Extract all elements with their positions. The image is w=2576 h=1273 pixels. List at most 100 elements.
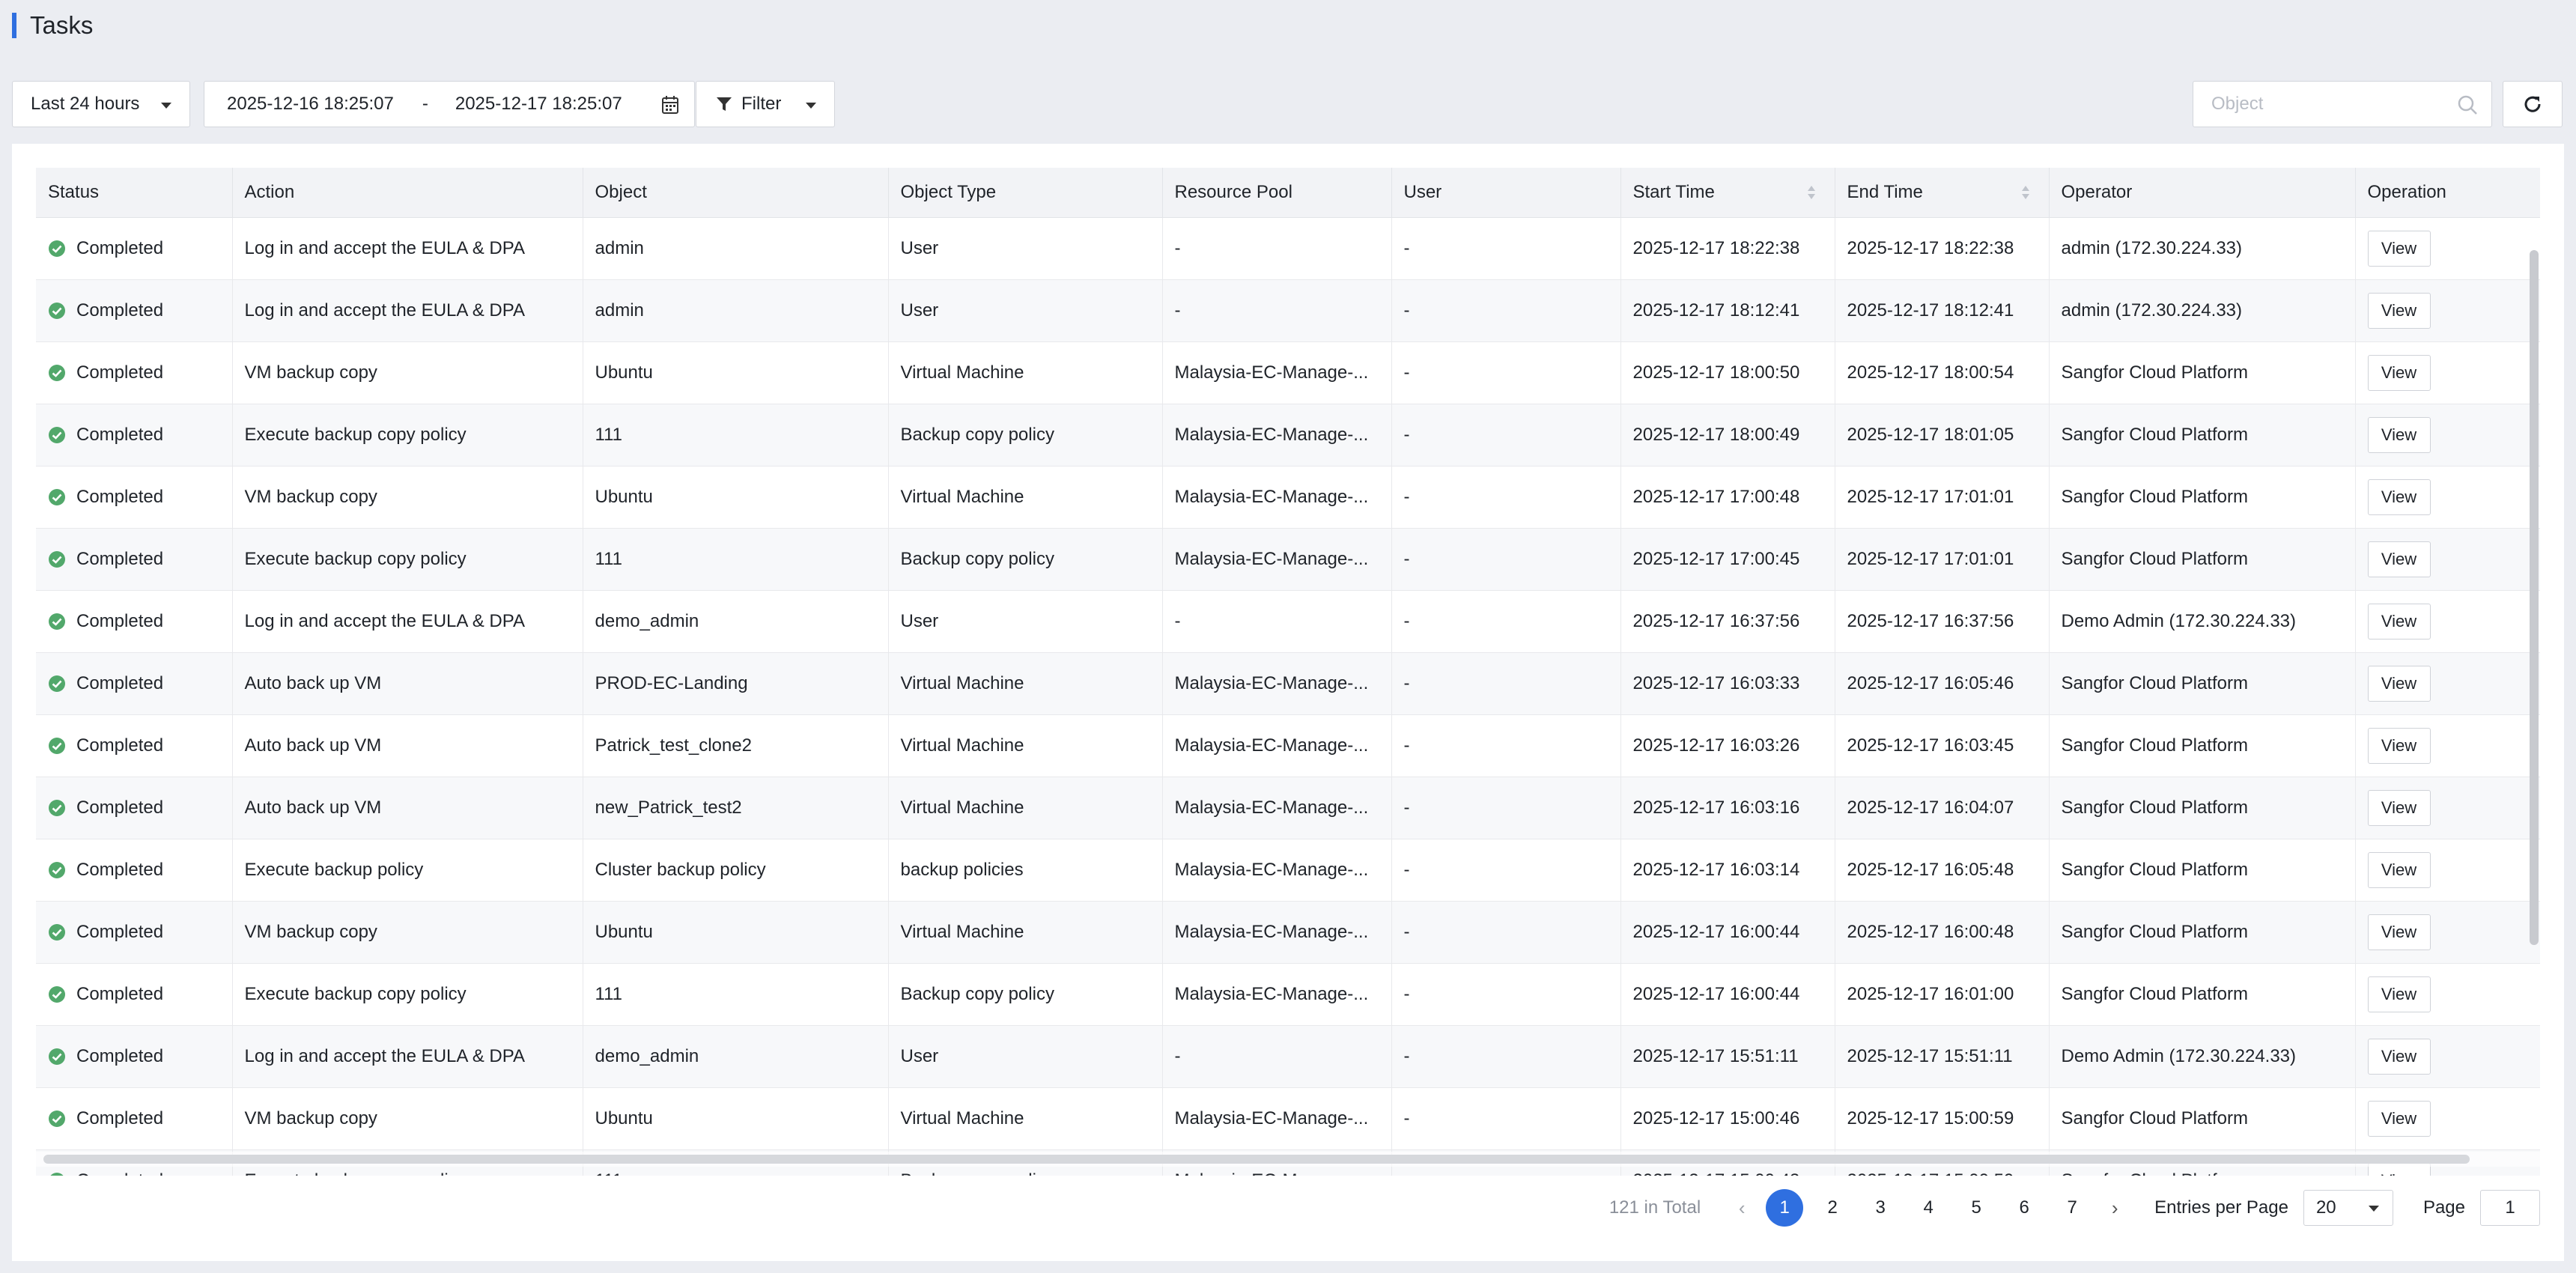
cell-operation: View [2355,466,2540,529]
col-header-object: Object [583,168,889,218]
view-button[interactable]: View [2367,416,2431,453]
search-placeholder: Object [2211,94,2264,114]
next-page-icon[interactable]: › [2096,1197,2133,1220]
view-button[interactable]: View [2367,1100,2431,1137]
page-button[interactable]: 1 [1766,1189,1804,1227]
page-button[interactable]: 3 [1862,1189,1899,1227]
end-time-header-label: End Time [1847,181,1923,202]
cell-status: Completed [36,1087,233,1150]
date-range-picker[interactable]: 2025-12-16 18:25:07 - 2025-12-17 18:25:0… [204,81,695,127]
check-circle-icon [49,675,65,692]
page-button[interactable]: 5 [1957,1189,1995,1227]
status-badge: Completed [48,591,220,652]
view-button[interactable]: View [2367,1038,2431,1075]
cell-user: - [1391,901,1621,964]
time-range-select[interactable]: Last 24 hours [12,81,190,127]
tasks-table-body: Completed Log in and accept the EULA & DP… [36,217,2540,1176]
cell-end-time: 2025-12-17 17:01:01 [1835,528,2050,591]
col-header-action: Action [232,168,583,218]
view-button[interactable]: View [2367,354,2431,391]
page-button[interactable]: 7 [2053,1189,2091,1227]
cell-user: - [1391,963,1621,1026]
cell-operation: View [2355,1025,2540,1088]
cell-operator: admin (172.30.224.33) [2049,217,2356,280]
entries-per-page-select[interactable]: 20 [2303,1190,2393,1226]
cell-operator: Sangfor Cloud Platform [2049,714,2356,777]
view-button[interactable]: View [2367,665,2431,702]
calendar-icon[interactable] [661,95,679,115]
horizontal-scrollbar[interactable] [43,1155,2470,1164]
cell-object: Patrick_test_clone2 [583,714,889,777]
cell-action: Execute backup copy policy [232,528,583,591]
cell-resource-pool: Malaysia-EC-Manage-... [1162,404,1392,467]
check-circle-icon [49,426,65,443]
status-label: Completed [76,486,164,507]
cell-object-type: User [888,1025,1163,1088]
view-button[interactable]: View [2367,541,2431,577]
sort-icon[interactable] [2020,184,2031,201]
cell-object: 111 [583,528,889,591]
cell-operation: View [2355,652,2540,715]
cell-user: - [1391,217,1621,280]
cell-resource-pool: Malaysia-EC-Manage-... [1162,528,1392,591]
page-button[interactable]: 2 [1814,1189,1851,1227]
view-button[interactable]: View [2367,976,2431,1012]
cell-status: Completed [36,466,233,529]
check-circle-icon [49,1048,65,1065]
cell-object: PROD-EC-Landing [583,652,889,715]
page-jump-input[interactable]: 1 [2480,1190,2540,1226]
refresh-button[interactable] [2503,81,2563,127]
cell-operator: Sangfor Cloud Platform [2049,777,2356,839]
cell-object: Ubuntu [583,466,889,529]
search-input[interactable]: Object [2193,81,2492,127]
view-button[interactable]: View [2367,727,2431,764]
filter-button[interactable]: Filter [696,81,835,127]
cell-operator: Sangfor Cloud Platform [2049,341,2356,404]
check-circle-icon [49,613,65,630]
chevron-down-icon [161,103,171,109]
cell-operator: Sangfor Cloud Platform [2049,901,2356,964]
cell-status: Completed [36,528,233,591]
cell-action: VM backup copy [232,341,583,404]
view-button[interactable]: View [2367,478,2431,515]
cell-object: 111 [583,404,889,467]
page-button[interactable]: 6 [2005,1189,2043,1227]
prev-page-icon[interactable]: ‹ [1723,1197,1761,1220]
view-button[interactable]: View [2367,914,2431,950]
view-button[interactable]: View [2367,851,2431,888]
cell-action: Execute backup copy policy [232,404,583,467]
cell-operation: View [2355,714,2540,777]
view-button[interactable]: View [2367,292,2431,329]
cell-start-time: 2025-12-17 17:00:48 [1620,466,1835,529]
view-button[interactable]: View [2367,789,2431,826]
cell-user: - [1391,341,1621,404]
col-header-end-time[interactable]: End Time [1835,168,2050,218]
view-button[interactable]: View [2367,230,2431,267]
col-header-status: Status [36,168,233,218]
title-accent-bar [12,13,16,38]
cell-operation: View [2355,777,2540,839]
status-badge: Completed [48,1088,220,1149]
col-header-resource-pool: Resource Pool [1162,168,1392,218]
vertical-scrollbar[interactable] [2530,250,2539,945]
cell-start-time: 2025-12-17 16:37:56 [1620,590,1835,653]
cell-object-type: backup policies [888,839,1163,902]
page-button[interactable]: 4 [1910,1189,1947,1227]
status-badge: Completed [48,467,220,528]
cell-end-time: 2025-12-17 16:04:07 [1835,777,2050,839]
cell-action: Auto back up VM [232,714,583,777]
start-time-header-label: Start Time [1632,181,1715,202]
cell-user: - [1391,1025,1621,1088]
cell-user: - [1391,590,1621,653]
view-button[interactable]: View [2367,603,2431,639]
sort-icon[interactable] [1806,184,1817,201]
cell-object-type: User [888,279,1163,342]
cell-user: - [1391,279,1621,342]
cell-resource-pool: Malaysia-EC-Manage-... [1162,1087,1392,1150]
cell-action: Execute backup policy [232,839,583,902]
cell-action: Auto back up VM [232,777,583,839]
col-header-start-time[interactable]: Start Time [1620,168,1835,218]
cell-object: demo_admin [583,1025,889,1088]
search-icon[interactable] [2457,94,2478,115]
cell-resource-pool: Malaysia-EC-Manage-... [1162,466,1392,529]
